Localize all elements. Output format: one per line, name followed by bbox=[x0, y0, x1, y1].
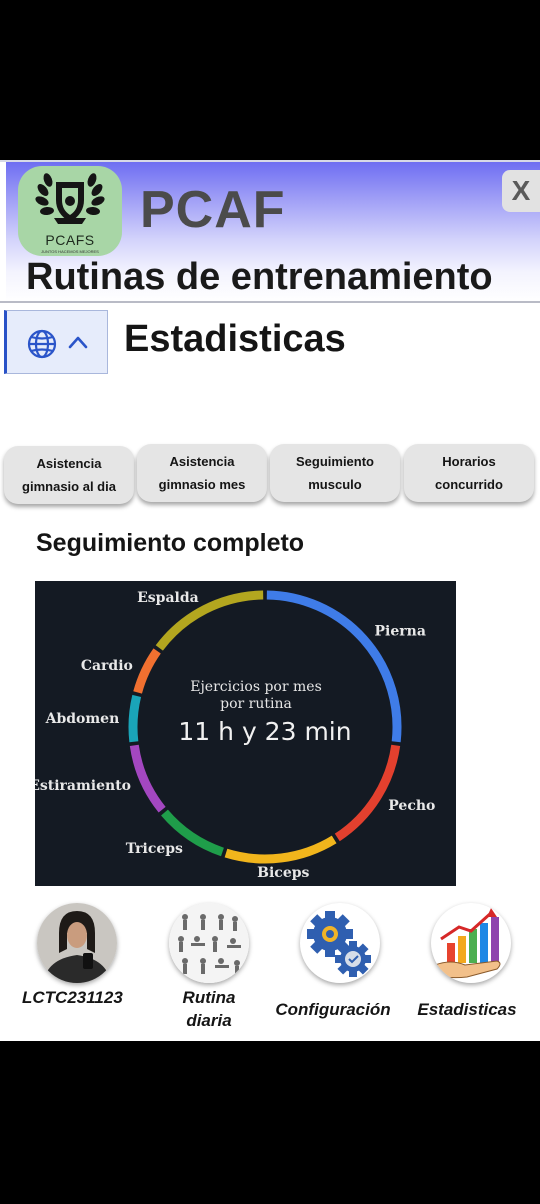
gears-graphic bbox=[307, 911, 371, 977]
tab-label: Seguimiento bbox=[295, 454, 374, 469]
user-avatar bbox=[37, 903, 117, 983]
page-title: Estadisticas bbox=[124, 318, 346, 360]
nav-label-profile: LCTC231123 bbox=[22, 988, 123, 1007]
tab-label: musculo bbox=[308, 477, 362, 492]
app-brand-title: PCAF bbox=[140, 181, 286, 239]
nav-label-line: diaria bbox=[186, 1011, 232, 1030]
close-button[interactable]: X bbox=[502, 170, 540, 212]
muscle-tracking-chart: Pierna Pecho Biceps Triceps Estiramiento Abdo… bbox=[35, 581, 456, 886]
tab-horarios-concurrido[interactable]: Horarios concurrido bbox=[404, 444, 534, 502]
slice-label-estiramiento: Estiramiento bbox=[35, 778, 131, 794]
tab-label: concurrido bbox=[435, 477, 503, 492]
slice-label-triceps: Triceps bbox=[126, 841, 183, 857]
laurel-shield-icon bbox=[35, 173, 105, 224]
nav-label-configuracion: Configuración bbox=[275, 1000, 391, 1019]
exercise-figures-graphic bbox=[169, 903, 249, 983]
gears-icon bbox=[300, 903, 380, 983]
tab-asistencia-mes[interactable]: Asistencia gimnasio mes bbox=[137, 444, 267, 502]
app-subtitle: Rutinas de entrenamiento bbox=[26, 256, 493, 298]
ring-segment-biceps bbox=[224, 835, 337, 864]
donut-chart-svg: Pierna Pecho Biceps Triceps Estiramiento Abdo… bbox=[35, 590, 435, 881]
tab-label: Asistencia bbox=[169, 454, 235, 469]
ring-segment-estiramiento bbox=[129, 744, 166, 813]
tab-label: gimnasio al dia bbox=[22, 479, 116, 494]
slice-label-abdomen: Abdomen bbox=[45, 711, 120, 727]
tab-label: Asistencia bbox=[36, 456, 102, 471]
app-screen: PCAFS JUNTOS HACEMOS MEJORES PCAF X Ruti… bbox=[0, 160, 540, 1041]
nav-label-rutina: Rutina diaria bbox=[159, 986, 259, 1032]
slice-label-espalda: Espalda bbox=[137, 590, 199, 606]
slice-label-cardio: Cardio bbox=[81, 658, 133, 674]
growth-chart-graphic bbox=[434, 908, 501, 979]
chart-center-title-line1: Ejercicios por mes bbox=[190, 679, 322, 695]
chart-center-title-line2: por rutina bbox=[220, 696, 292, 712]
tab-asistencia-dia[interactable]: Asistencia gimnasio al dia bbox=[4, 446, 134, 504]
header-divider bbox=[0, 301, 540, 303]
ring-segment-cardio bbox=[133, 648, 161, 694]
tab-label: Horarios bbox=[442, 454, 496, 469]
logo-text: PCAFS bbox=[45, 232, 95, 248]
growth-chart-icon bbox=[431, 903, 511, 983]
ring-segment-abdomen bbox=[128, 694, 142, 743]
chart-center-value: 11 h y 23 min bbox=[178, 717, 351, 746]
nav-label-estadisticas: Estadisticas bbox=[417, 1000, 517, 1019]
person-photo-icon bbox=[37, 903, 117, 983]
slice-label-pierna: Pierna bbox=[375, 623, 426, 639]
language-selector-button[interactable] bbox=[4, 310, 108, 374]
section-title: Seguimiento completo bbox=[36, 529, 305, 557]
logo-slogan: JUNTOS HACEMOS MEJORES bbox=[41, 249, 99, 254]
tab-label: gimnasio mes bbox=[158, 477, 246, 492]
chevron-up-icon bbox=[68, 336, 88, 349]
slice-label-biceps: Biceps bbox=[257, 865, 309, 881]
pcafs-logo: PCAFS JUNTOS HACEMOS MEJORES bbox=[18, 166, 122, 256]
exercise-sheet-icon bbox=[169, 903, 249, 983]
slice-label-pecho: Pecho bbox=[388, 798, 435, 814]
ring-segment-pecho bbox=[334, 744, 401, 842]
tab-seguimiento-musculo[interactable]: Seguimiento musculo bbox=[270, 444, 400, 502]
nav-label-line: Rutina bbox=[182, 988, 236, 1007]
globe-icon bbox=[27, 329, 57, 359]
